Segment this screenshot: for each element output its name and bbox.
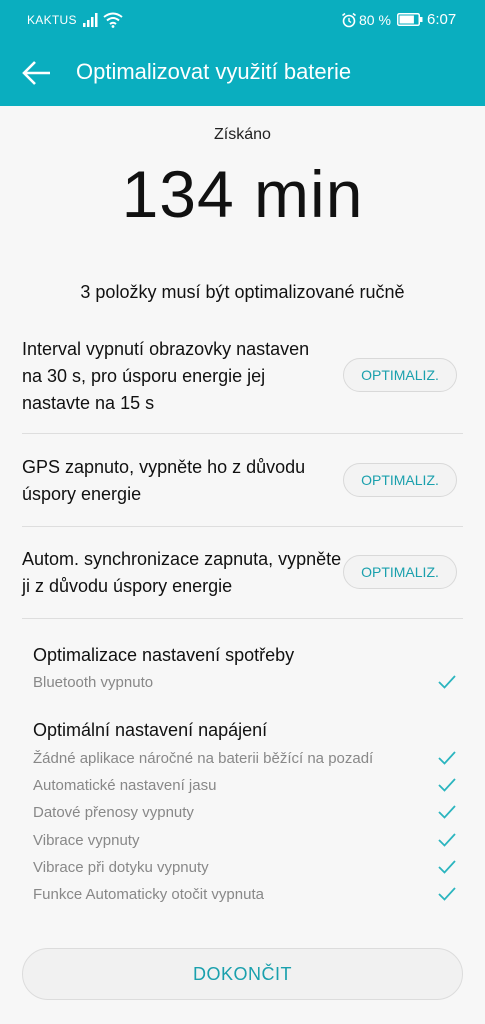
manual-item-text: Interval vypnutí obrazovky nastaven na 3… xyxy=(22,339,310,413)
page-title: Optimalizovat využití baterie xyxy=(76,59,352,84)
manual-item-text: GPS zapnuto, vypněte ho z důvodu úspory … xyxy=(22,457,306,504)
check-item: Automatické nastavení jasu xyxy=(33,775,463,797)
check-item: Žádné aplikace náročné na baterii běžící… xyxy=(33,748,463,770)
divider xyxy=(22,618,463,619)
wifi-icon xyxy=(103,12,123,28)
check-item: Funkce Automaticky otočit vypnuta xyxy=(33,884,463,906)
group-title-power: Optimální nastavení napájení xyxy=(33,720,268,740)
check-item: Vibrace při dotyku vypnuty xyxy=(33,857,463,879)
gained-value: 134 min xyxy=(121,157,364,231)
check-item-label: Vibrace vypnuty xyxy=(33,832,140,849)
checkmark-icon xyxy=(438,860,456,874)
check-item-label: Automatické nastavení jasu xyxy=(33,777,217,794)
check-item: Bluetooth vypnuto xyxy=(33,672,463,694)
checkmark-icon xyxy=(438,675,456,689)
gained-label: Získáno xyxy=(214,126,271,143)
divider xyxy=(22,526,463,527)
manual-item-screen-timeout: Interval vypnutí obrazovky nastaven na 3… xyxy=(22,336,463,416)
done-button[interactable]: DOKONČIT xyxy=(22,948,463,1000)
manual-items-heading: 3 položky musí být optimalizované ručně xyxy=(80,282,405,302)
battery-percent: 80 % xyxy=(359,12,391,28)
optimize-button[interactable]: OPTIMALIZ. xyxy=(343,463,457,497)
manual-item-text: Autom. synchronizace zapnuta, vypněte ji… xyxy=(22,549,342,596)
manual-item-auto-sync: Autom. synchronizace zapnuta, vypněte ji… xyxy=(22,546,463,600)
manual-item-gps: GPS zapnuto, vypněte ho z důvodu úspory … xyxy=(22,454,463,508)
check-item-label: Funkce Automaticky otočit vypnuta xyxy=(33,886,264,903)
checkmark-icon xyxy=(438,887,456,901)
group-title-consumption: Optimalizace nastavení spotřeby xyxy=(33,645,295,665)
check-item-label: Bluetooth vypnuto xyxy=(33,674,154,691)
battery-icon xyxy=(397,13,423,26)
check-item-label: Vibrace při dotyku vypnuty xyxy=(33,859,209,876)
clock: 6:07 xyxy=(427,11,457,28)
status-bar: KAKTUS 80 % 6:07 xyxy=(0,0,485,40)
app-bar: Optimalizovat využití baterie xyxy=(0,40,485,106)
check-item: Datové přenosy vypnuty xyxy=(33,802,463,824)
alarm-icon xyxy=(342,12,356,28)
optimize-button[interactable]: OPTIMALIZ. xyxy=(343,555,457,589)
check-item: Vibrace vypnuty xyxy=(33,830,463,852)
carrier-name: KAKTUS xyxy=(27,13,77,27)
checkmark-icon xyxy=(438,751,456,765)
check-item-label: Žádné aplikace náročné na baterii běžící… xyxy=(33,750,374,767)
checkmark-icon xyxy=(438,778,456,792)
check-item-label: Datové přenosy vypnuty xyxy=(33,804,194,821)
back-arrow-icon[interactable] xyxy=(22,60,52,86)
signal-icon xyxy=(83,13,98,27)
checkmark-icon xyxy=(438,805,456,819)
checkmark-icon xyxy=(438,833,456,847)
divider xyxy=(22,433,463,434)
optimize-button[interactable]: OPTIMALIZ. xyxy=(343,358,457,392)
